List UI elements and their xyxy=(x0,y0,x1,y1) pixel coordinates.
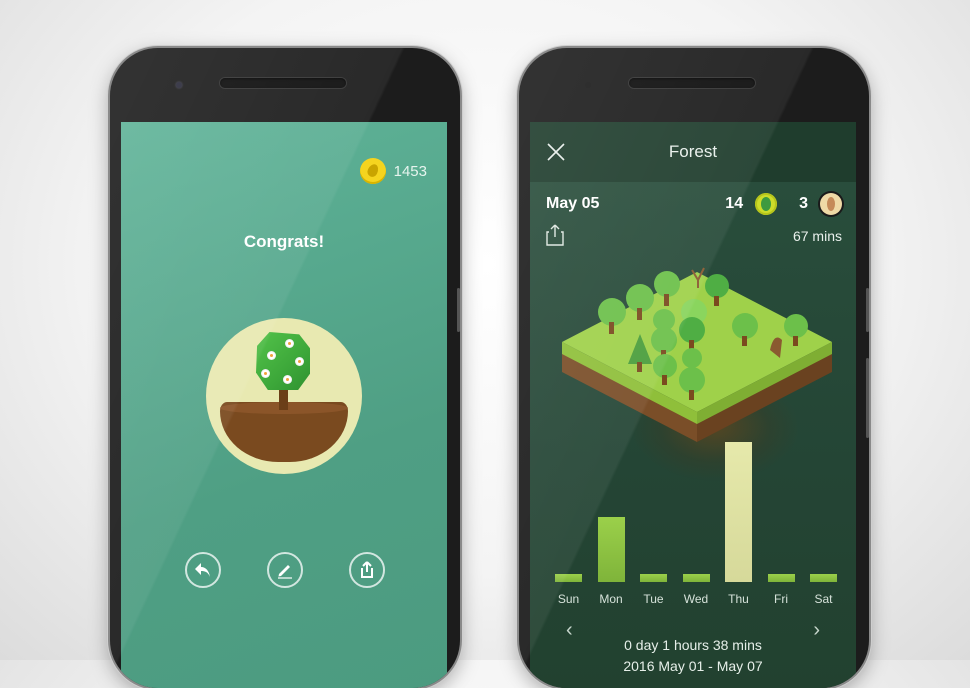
bar-label-sat: Sat xyxy=(814,592,833,606)
volume-button xyxy=(457,288,460,332)
bar-fri[interactable] xyxy=(767,574,795,582)
weekly-focus-chart: Sun Mon Tue Wed Thu Fri Sat xyxy=(550,422,838,632)
flower-icon xyxy=(262,370,269,377)
soil-island xyxy=(220,402,348,462)
flowering-tree-illustration xyxy=(206,318,362,474)
bar-label-fri: Fri xyxy=(774,592,788,606)
week-summary: 0 day 1 hours 38 mins 2016 May 01 - May … xyxy=(530,635,856,677)
bar-thu[interactable] xyxy=(725,442,752,582)
focus-time: 67 mins xyxy=(792,228,842,244)
action-bar xyxy=(121,552,447,592)
bar-label-wed: Wed xyxy=(683,592,709,606)
flower-icon xyxy=(286,340,293,347)
coin-icon xyxy=(359,158,386,184)
bar-sun[interactable] xyxy=(555,574,582,582)
bar-label-tue: Tue xyxy=(643,592,664,606)
power-button xyxy=(866,358,869,438)
edit-button[interactable] xyxy=(267,552,303,588)
front-camera xyxy=(176,82,182,88)
back-button[interactable] xyxy=(185,552,221,588)
reply-arrow-icon xyxy=(195,563,210,577)
live-tree-count: 14 xyxy=(725,195,744,212)
share-icon[interactable] xyxy=(546,224,564,246)
flower-icon xyxy=(268,352,275,359)
forest-screen: Forest May 05 14 3 67 mins Sun Mon Tue W… xyxy=(530,122,856,688)
dead-tree-count: 3 xyxy=(799,195,808,212)
bar-sat[interactable] xyxy=(810,574,837,582)
congrats-screen: 1453 Congrats! xyxy=(121,122,447,688)
speaker-grille xyxy=(629,78,755,88)
summary-duration: 0 day 1 hours 38 mins xyxy=(624,637,762,653)
bar-tue[interactable] xyxy=(640,574,667,582)
pencil-icon xyxy=(278,565,292,579)
coin-count: 1453 xyxy=(393,162,427,180)
flower-icon xyxy=(296,358,303,365)
volume-button xyxy=(866,288,869,332)
live-tree-icon xyxy=(755,193,778,215)
bar-label-thu: Thu xyxy=(728,592,749,606)
phone-right: Forest May 05 14 3 67 mins Sun Mon Tue W… xyxy=(519,48,869,688)
tree-stats: 14 3 xyxy=(725,193,842,215)
bar-label-sun: Sun xyxy=(557,592,580,606)
share-button[interactable] xyxy=(349,552,385,588)
top-bar: Forest xyxy=(530,122,856,182)
bar-wed[interactable] xyxy=(682,574,710,582)
congrats-message: Congrats! xyxy=(243,232,325,251)
coin-balance: 1453 xyxy=(359,158,427,184)
date-label: May 05 xyxy=(546,195,600,212)
page-title: Forest xyxy=(668,142,718,161)
close-icon[interactable] xyxy=(546,142,566,162)
flower-icon xyxy=(284,376,291,383)
speaker-grille xyxy=(220,78,346,88)
phone-left: 1453 Congrats! xyxy=(110,48,460,688)
day-info: May 05 14 3 xyxy=(546,190,842,218)
front-camera xyxy=(585,82,591,88)
dead-tree-icon xyxy=(820,193,842,215)
share-icon xyxy=(361,561,373,578)
bar-mon[interactable] xyxy=(597,517,625,582)
summary-range: 2016 May 01 - May 07 xyxy=(623,658,763,674)
bar-label-mon: Mon xyxy=(599,592,623,606)
